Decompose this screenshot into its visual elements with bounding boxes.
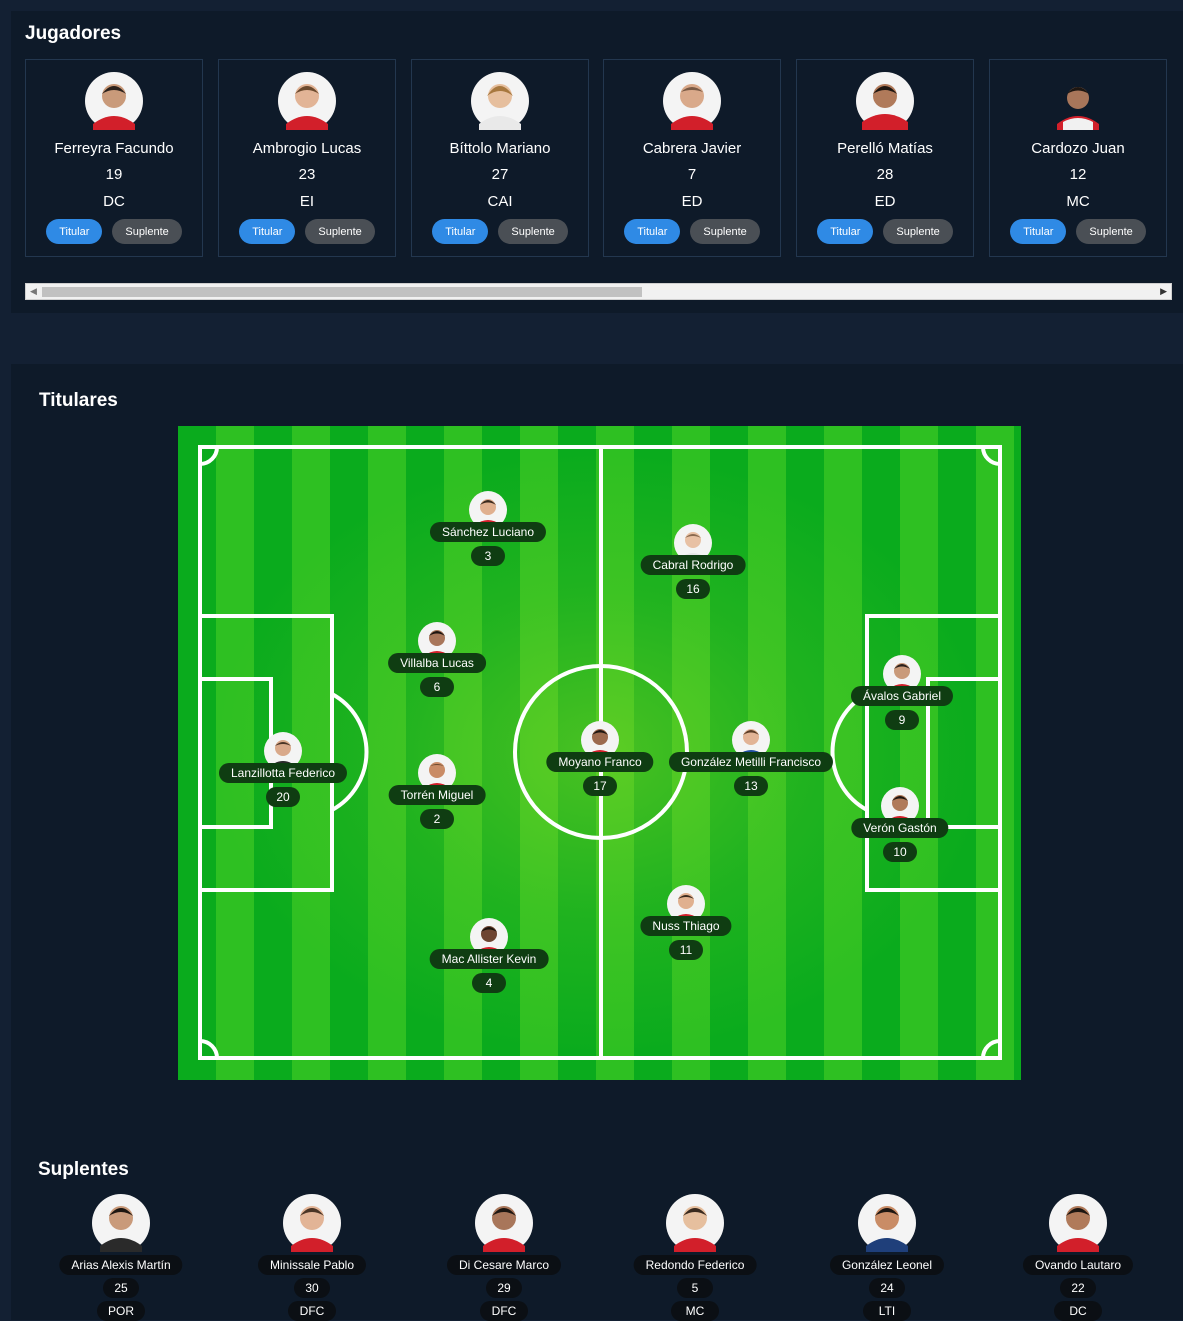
player-name: Ambrogio Lucas <box>252 140 362 157</box>
substitute-name: González Leonel <box>829 1255 945 1275</box>
player-number: 7 <box>687 166 697 183</box>
substitute-number: 24 <box>869 1278 905 1298</box>
player-avatar-icon <box>278 72 336 130</box>
starter-number: 17 <box>583 776 617 796</box>
player-number: 28 <box>876 166 894 183</box>
player-avatar-icon <box>85 72 143 130</box>
starter-name: Villalba Lucas <box>388 653 486 673</box>
starter-number: 2 <box>420 809 454 829</box>
starter-number: 20 <box>266 787 300 807</box>
substitute-number: 29 <box>486 1278 522 1298</box>
player-avatar-icon <box>471 72 529 130</box>
player-name: Ferreyra Facundo <box>54 140 174 157</box>
player-avatar-icon <box>858 1194 916 1252</box>
substitute-name: Ovando Lautaro <box>1022 1255 1134 1275</box>
titular-button[interactable]: Titular <box>624 219 681 244</box>
player-card: Cardozo Juan 12 MC Titular Suplente <box>989 59 1167 257</box>
suplente-button[interactable]: Suplente <box>690 219 760 244</box>
starter-name: Verón Gastón <box>851 818 949 838</box>
substitute-position: DFC <box>288 1301 336 1321</box>
suplente-button[interactable]: Suplente <box>883 219 953 244</box>
starter-number: 10 <box>883 842 917 862</box>
substitute-name: Arias Alexis Martín <box>59 1255 183 1275</box>
player-card: Perelló Matías 28 ED Titular Suplente <box>796 59 974 257</box>
jugadores-section: Jugadores Ferreyra Facundo 19 DC Titular… <box>11 11 1183 313</box>
starter-number: 4 <box>472 973 506 993</box>
substitute-position: POR <box>97 1301 145 1321</box>
substitute-number: 30 <box>294 1278 330 1298</box>
horizontal-scrollbar[interactable]: ◀ ▶ <box>25 283 1172 300</box>
player-card: Bíttolo Mariano 27 CAI Titular Suplente <box>411 59 589 257</box>
player-name: Cardozo Juan <box>1031 140 1125 157</box>
starter-name: Ávalos Gabriel <box>850 686 954 706</box>
starter-number: 3 <box>471 546 505 566</box>
suplentes-title: Suplentes <box>38 1159 129 1180</box>
player-avatar-icon <box>663 72 721 130</box>
starter-name: Mac Allister Kevin <box>429 949 549 969</box>
starter-number: 16 <box>676 579 710 599</box>
football-pitch: Sánchez Luciano 3 Cabral Rodrigo 16 Vill… <box>178 426 1021 1080</box>
player-avatar-icon <box>283 1194 341 1252</box>
substitute-name: Redondo Federico <box>633 1255 757 1275</box>
titular-button[interactable]: Titular <box>817 219 874 244</box>
player-position: CAI <box>487 193 513 210</box>
player-cards-list[interactable]: Ferreyra Facundo 19 DC Titular Suplente … <box>25 59 1183 259</box>
starter-name: González Metilli Francisco <box>668 752 834 772</box>
substitute-position: MC <box>671 1301 719 1321</box>
starter-number: 6 <box>420 677 454 697</box>
suplente-button[interactable]: Suplente <box>1076 219 1146 244</box>
starter-name: Nuss Thiago <box>640 916 732 936</box>
titular-button[interactable]: Titular <box>432 219 489 244</box>
player-avatar-icon <box>666 1194 724 1252</box>
substitute-number: 25 <box>103 1278 139 1298</box>
titulares-title: Titulares <box>39 390 118 411</box>
arrow-left-icon[interactable]: ◀ <box>30 286 37 297</box>
titular-button[interactable]: Titular <box>1010 219 1067 244</box>
titulares-section: Titulares Sánchez Luciano 3 Cabral Rodri… <box>11 364 1183 1321</box>
suplente-button[interactable]: Suplente <box>305 219 375 244</box>
player-position: DC <box>103 193 125 210</box>
player-avatar-icon <box>92 1194 150 1252</box>
jugadores-title: Jugadores <box>25 23 122 44</box>
player-position: MC <box>1066 193 1090 210</box>
titular-button[interactable]: Titular <box>239 219 296 244</box>
starter-number: 13 <box>734 776 768 796</box>
substitute-number: 5 <box>677 1278 713 1298</box>
player-number: 19 <box>105 166 123 183</box>
substitute-name: Di Cesare Marco <box>446 1255 562 1275</box>
player-number: 27 <box>491 166 509 183</box>
player-card: Ferreyra Facundo 19 DC Titular Suplente <box>25 59 203 257</box>
titular-button[interactable]: Titular <box>46 219 103 244</box>
substitute-position: DFC <box>480 1301 528 1321</box>
player-number: 12 <box>1069 166 1087 183</box>
scrollbar-thumb[interactable] <box>42 287 642 297</box>
starter-name: Lanzillotta Federico <box>218 763 348 783</box>
player-avatar-icon <box>475 1194 533 1252</box>
player-name: Cabrera Javier <box>642 140 742 157</box>
substitute-name: Minissale Pablo <box>257 1255 367 1275</box>
suplente-button[interactable]: Suplente <box>112 219 182 244</box>
player-name: Perelló Matías <box>837 140 933 157</box>
player-name: Bíttolo Mariano <box>449 140 551 157</box>
starter-name: Moyano Franco <box>546 752 654 772</box>
suplente-button[interactable]: Suplente <box>498 219 568 244</box>
arrow-right-icon[interactable]: ▶ <box>1160 286 1167 297</box>
player-number: 23 <box>298 166 316 183</box>
player-avatar-icon <box>1049 1194 1107 1252</box>
starter-name: Sánchez Luciano <box>429 522 547 542</box>
player-position: EI <box>299 193 315 210</box>
player-avatar-icon <box>856 72 914 130</box>
starter-number: 11 <box>669 940 703 960</box>
starter-number: 9 <box>885 710 919 730</box>
substitute-position: LTI <box>863 1301 911 1321</box>
substitute-position: DC <box>1054 1301 1102 1321</box>
substitute-number: 22 <box>1060 1278 1096 1298</box>
player-card: Cabrera Javier 7 ED Titular Suplente <box>603 59 781 257</box>
starter-name: Cabral Rodrigo <box>640 555 746 575</box>
player-position: ED <box>874 193 896 210</box>
player-card: Ambrogio Lucas 23 EI Titular Suplente <box>218 59 396 257</box>
player-position: ED <box>681 193 703 210</box>
starter-name: Torrén Miguel <box>388 785 486 805</box>
player-avatar-icon <box>1057 87 1099 130</box>
